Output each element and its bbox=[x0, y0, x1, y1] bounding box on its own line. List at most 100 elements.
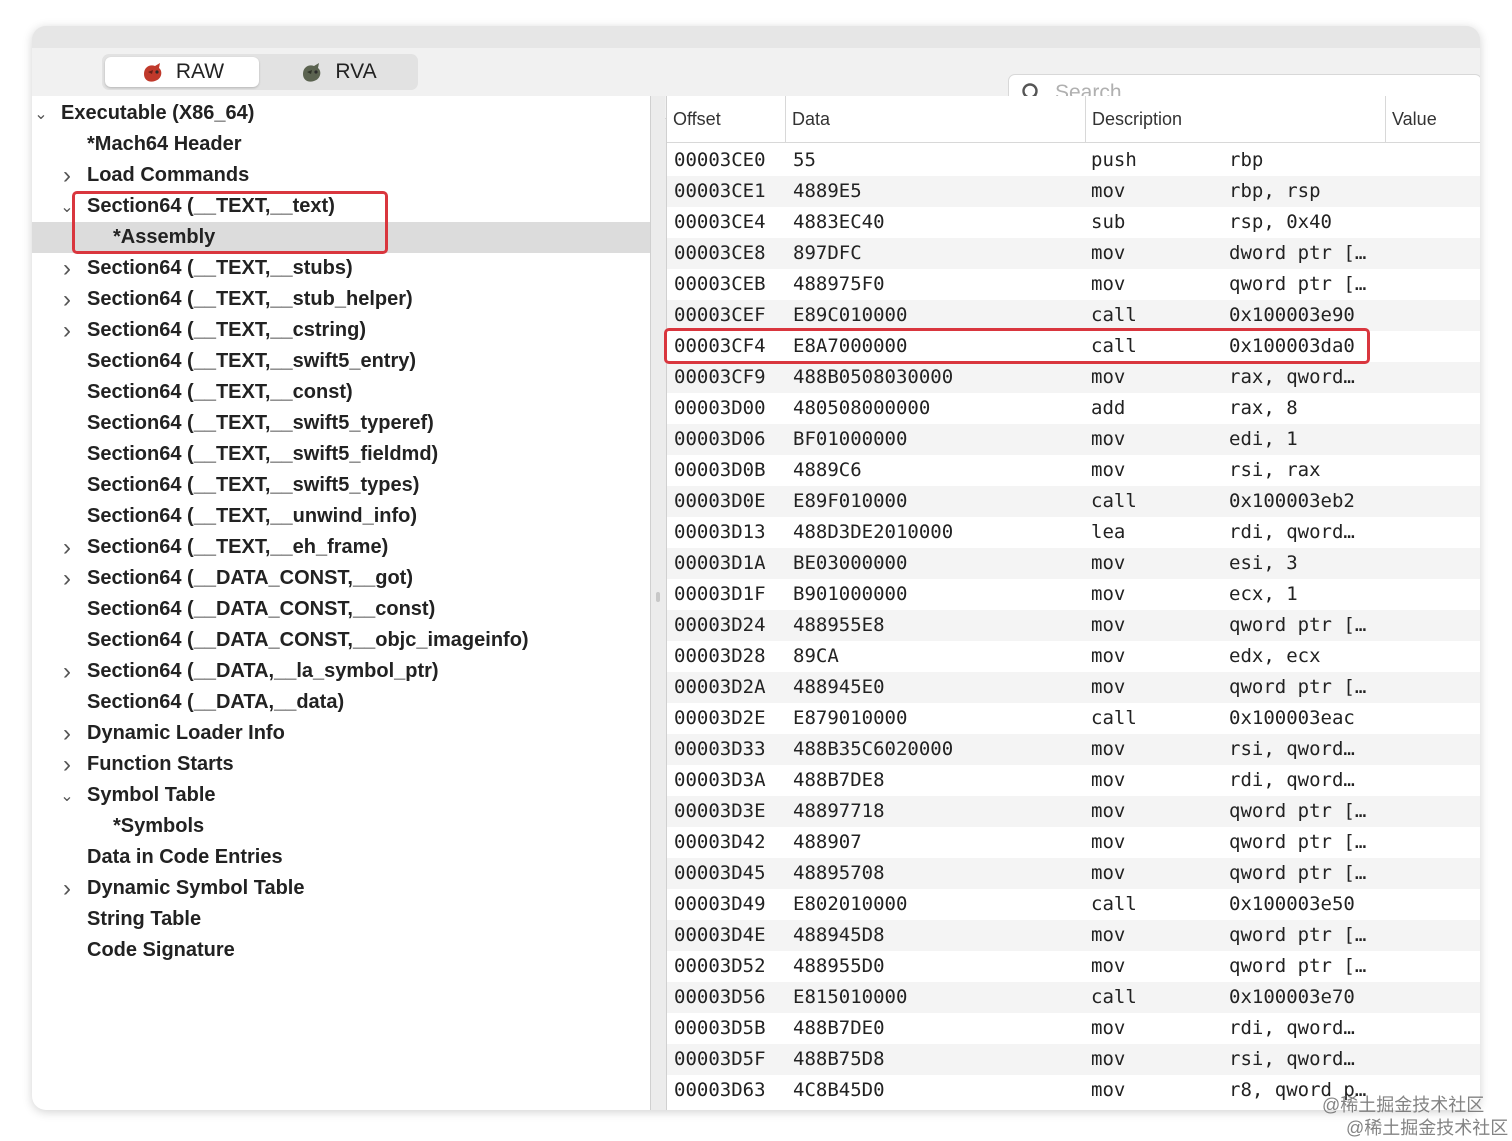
tree-item[interactable]: Section64 (__TEXT,__swift5_types) bbox=[32, 470, 650, 501]
value-cell: 0x100003e90 bbox=[1229, 304, 1355, 326]
table-row[interactable]: 00003CE0 55 push rbp bbox=[667, 145, 1480, 176]
offset-cell: 00003D52 bbox=[674, 955, 766, 977]
chevron-right-icon[interactable]: › bbox=[60, 317, 74, 345]
table-row[interactable]: 00003D24 488955E8 mov qword ptr [… bbox=[667, 610, 1480, 641]
tree-item-label: Executable (X86_64) bbox=[61, 102, 255, 124]
pane-splitter[interactable] bbox=[651, 96, 665, 1110]
tree-item[interactable]: String Table bbox=[32, 904, 650, 935]
table-row[interactable]: 00003D1F B901000000 mov ecx, 1 bbox=[667, 579, 1480, 610]
table-row[interactable]: 00003D3E 48897718 mov qword ptr [… bbox=[667, 796, 1480, 827]
column-header-description[interactable]: Description bbox=[1085, 96, 1385, 142]
value-cell: qword ptr [… bbox=[1229, 676, 1367, 698]
tree-item[interactable]: Section64 (__DATA,__data) bbox=[32, 687, 650, 718]
table-row[interactable]: 00003D5B 488B7DE0 mov rdi, qword… bbox=[667, 1013, 1480, 1044]
column-header-value[interactable]: Value bbox=[1385, 96, 1480, 142]
tree-item[interactable]: *Mach64 Header bbox=[32, 129, 650, 160]
table-row[interactable]: 00003D06 BF01000000 mov edi, 1 bbox=[667, 424, 1480, 455]
table-row[interactable]: 00003CEF E89C010000 call 0x100003e90 bbox=[667, 300, 1480, 331]
tree-item-label: Section64 (__TEXT,__stub_helper) bbox=[87, 288, 413, 310]
chevron-right-icon[interactable]: › bbox=[60, 565, 74, 593]
tree-item[interactable]: *Symbols bbox=[32, 811, 650, 842]
table-row[interactable]: 00003D42 488907 mov qword ptr [… bbox=[667, 827, 1480, 858]
rva-mode-button[interactable]: RVA bbox=[261, 57, 415, 87]
chevron-right-icon[interactable]: › bbox=[60, 162, 74, 190]
chevron-right-icon[interactable]: › bbox=[60, 534, 74, 562]
offset-cell: 00003D56 bbox=[674, 986, 766, 1008]
chevron-right-icon[interactable]: › bbox=[60, 720, 74, 748]
chevron-right-icon[interactable]: › bbox=[60, 658, 74, 686]
tree-item[interactable]: Section64 (__DATA_CONST,__objc_imageinfo… bbox=[32, 625, 650, 656]
offset-cell: 00003D63 bbox=[674, 1079, 766, 1101]
tree-item-label: Section64 (__DATA_CONST,__const) bbox=[87, 598, 436, 620]
table-row[interactable]: 00003CEB 488975F0 mov qword ptr [… bbox=[667, 269, 1480, 300]
table-row[interactable]: 00003D4E 488945D8 mov qword ptr [… bbox=[667, 920, 1480, 951]
tree-item[interactable]: › Dynamic Loader Info bbox=[32, 718, 650, 749]
tree-item[interactable]: ⌄ Section64 (__TEXT,__text) bbox=[32, 191, 650, 222]
splitter-handle[interactable] bbox=[656, 592, 660, 602]
table-row[interactable]: 00003D0B 4889C6 mov rsi, rax bbox=[667, 455, 1480, 486]
table-row[interactable]: 00003D28 89CA mov edx, ecx bbox=[667, 641, 1480, 672]
chevron-down-icon[interactable]: ⌄ bbox=[60, 197, 74, 217]
tree-item[interactable]: › Section64 (__TEXT,__eh_frame) bbox=[32, 532, 650, 563]
table-row[interactable]: 00003CE1 4889E5 mov rbp, rsp bbox=[667, 176, 1480, 207]
tree-item[interactable]: Section64 (__TEXT,__swift5_fieldmd) bbox=[32, 439, 650, 470]
table-row[interactable]: 00003CF4 E8A7000000 call 0x100003da0 bbox=[667, 331, 1480, 362]
tree-item-label: Section64 (__TEXT,__eh_frame) bbox=[87, 536, 389, 558]
table-row[interactable]: 00003D0E E89F010000 call 0x100003eb2 bbox=[667, 486, 1480, 517]
tree-item[interactable]: › Section64 (__TEXT,__stubs) bbox=[32, 253, 650, 284]
value-cell: esi, 3 bbox=[1229, 552, 1298, 574]
table-row[interactable]: 00003CE8 897DFC mov dword ptr [… bbox=[667, 238, 1480, 269]
tree-item-label: Section64 (__DATA_CONST,__objc_imageinfo… bbox=[87, 629, 529, 651]
chevron-down-icon[interactable]: ⌄ bbox=[34, 104, 48, 124]
chevron-right-icon[interactable]: › bbox=[60, 255, 74, 283]
tree-item[interactable]: Section64 (__DATA_CONST,__const) bbox=[32, 594, 650, 625]
tree-item-label: Function Starts bbox=[87, 753, 234, 775]
table-row[interactable]: 00003CE4 4883EC40 sub rsp, 0x40 bbox=[667, 207, 1480, 238]
value-cell: edi, 1 bbox=[1229, 428, 1298, 450]
tree-item[interactable]: Code Signature bbox=[32, 935, 650, 966]
tree-item[interactable]: *Assembly bbox=[32, 222, 650, 253]
table-row[interactable]: 00003D52 488955D0 mov qword ptr [… bbox=[667, 951, 1480, 982]
chevron-right-icon[interactable]: › bbox=[60, 286, 74, 314]
table-row[interactable]: 00003D2E E879010000 call 0x100003eac bbox=[667, 703, 1480, 734]
offset-cell: 00003CEF bbox=[674, 304, 766, 326]
column-header-data[interactable]: Data bbox=[785, 96, 1085, 142]
table-row[interactable]: 00003D5F 488B75D8 mov rsi, qword… bbox=[667, 1044, 1480, 1075]
chevron-right-icon[interactable]: › bbox=[60, 751, 74, 779]
tree-item[interactable]: › Section64 (__DATA,__la_symbol_ptr) bbox=[32, 656, 650, 687]
tree-item[interactable]: › Section64 (__TEXT,__cstring) bbox=[32, 315, 650, 346]
column-header-offset[interactable]: Offset bbox=[667, 96, 785, 142]
table-row[interactable]: 00003D13 488D3DE2010000 lea rdi, qword… bbox=[667, 517, 1480, 548]
description-cell: mov bbox=[1091, 769, 1126, 791]
chevron-right-icon[interactable]: › bbox=[60, 875, 74, 903]
table-row[interactable]: 00003D1A BE03000000 mov esi, 3 bbox=[667, 548, 1480, 579]
raw-mode-button[interactable]: RAW bbox=[105, 57, 259, 87]
table-row[interactable]: 00003D49 E802010000 call 0x100003e50 bbox=[667, 889, 1480, 920]
tree-item[interactable]: › Section64 (__DATA_CONST,__got) bbox=[32, 563, 650, 594]
tree-item[interactable]: Section64 (__TEXT,__unwind_info) bbox=[32, 501, 650, 532]
data-cell: 4889E5 bbox=[793, 180, 862, 202]
description-cell: call bbox=[1091, 490, 1137, 512]
table-row[interactable]: 00003D45 48895708 mov qword ptr [… bbox=[667, 858, 1480, 889]
tree-item[interactable]: Section64 (__TEXT,__const) bbox=[32, 377, 650, 408]
offset-cell: 00003D0E bbox=[674, 490, 766, 512]
offset-cell: 00003D06 bbox=[674, 428, 766, 450]
tree-item[interactable]: Section64 (__TEXT,__swift5_entry) bbox=[32, 346, 650, 377]
table-row[interactable]: 00003D33 488B35C6020000 mov rsi, qword… bbox=[667, 734, 1480, 765]
description-cell: mov bbox=[1091, 583, 1126, 605]
tree-item[interactable]: › Dynamic Symbol Table bbox=[32, 873, 650, 904]
data-cell: 488907 bbox=[793, 831, 862, 853]
table-row[interactable]: 00003CF9 488B0508030000 mov rax, qword… bbox=[667, 362, 1480, 393]
tree-item[interactable]: ⌄ Symbol Table bbox=[32, 780, 650, 811]
chevron-down-icon[interactable]: ⌄ bbox=[60, 786, 74, 806]
table-row[interactable]: 00003D3A 488B7DE8 mov rdi, qword… bbox=[667, 765, 1480, 796]
tree-item[interactable]: ⌄ Executable (X86_64) bbox=[32, 98, 650, 129]
table-row[interactable]: 00003D2A 488945E0 mov qword ptr [… bbox=[667, 672, 1480, 703]
table-row[interactable]: 00003D56 E815010000 call 0x100003e70 bbox=[667, 982, 1480, 1013]
tree-item[interactable]: Section64 (__TEXT,__swift5_typeref) bbox=[32, 408, 650, 439]
tree-item[interactable]: › Section64 (__TEXT,__stub_helper) bbox=[32, 284, 650, 315]
table-row[interactable]: 00003D00 480508000000 add rax, 8 bbox=[667, 393, 1480, 424]
tree-item[interactable]: › Function Starts bbox=[32, 749, 650, 780]
tree-item[interactable]: › Load Commands bbox=[32, 160, 650, 191]
tree-item[interactable]: Data in Code Entries bbox=[32, 842, 650, 873]
